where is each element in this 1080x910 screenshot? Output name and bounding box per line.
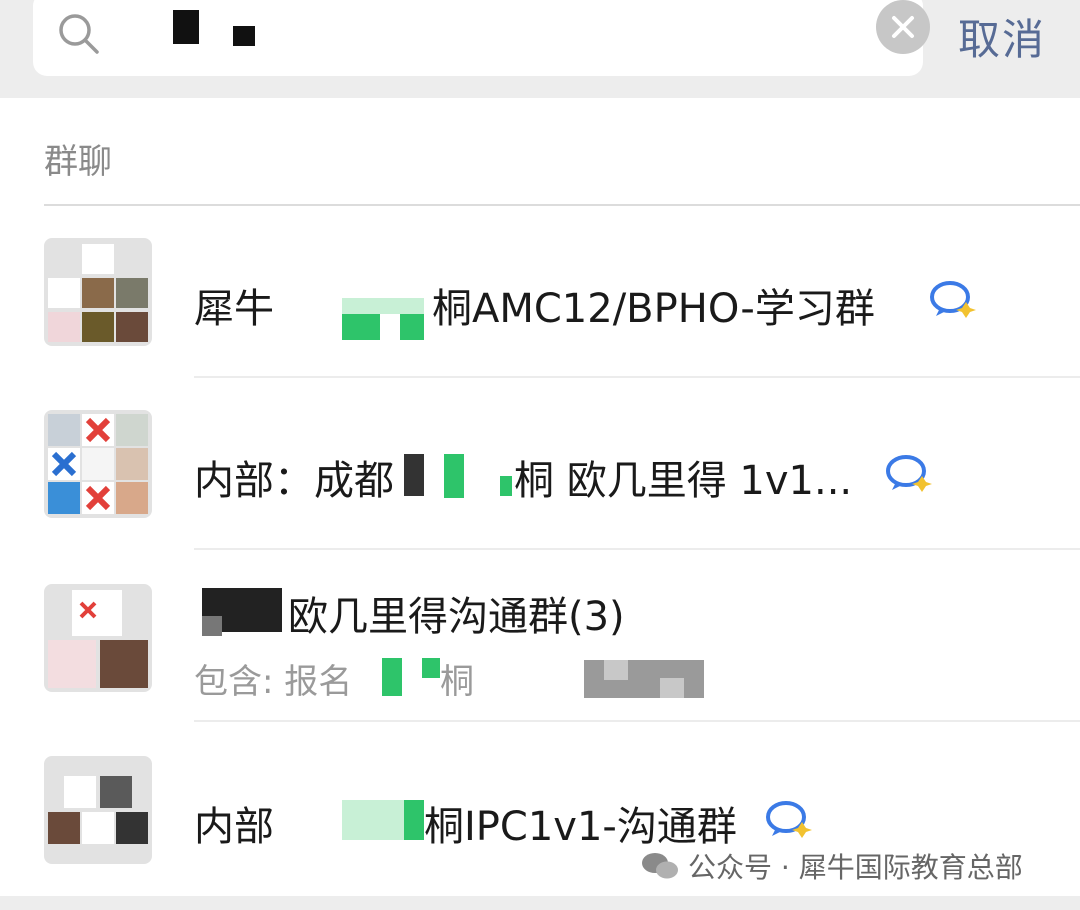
redaction-block <box>404 800 424 840</box>
redaction-block <box>660 678 684 698</box>
group-chat-row[interactable]: 犀牛 桐AMC12/BPHO-学习群 <box>0 206 1080 378</box>
redaction-block <box>233 26 255 46</box>
redaction-block <box>500 476 512 496</box>
redaction-block <box>173 10 199 44</box>
redaction-block <box>444 454 464 498</box>
cancel-button[interactable]: 取消 <box>958 6 1046 67</box>
redaction-block <box>342 800 404 840</box>
redaction-block <box>604 660 628 680</box>
chat-bubble-icon <box>886 455 932 492</box>
group-title: 内部：成都 <box>194 458 394 504</box>
group-avatar <box>44 410 152 518</box>
redaction-block <box>404 454 424 496</box>
search-bar-area: 取消 <box>0 0 1080 98</box>
group-chat-row[interactable]: 欧几里得沟通群(3) 包含: 报名 桐 <box>0 550 1080 722</box>
wechat-logo-icon <box>642 853 678 879</box>
clear-search-button[interactable] <box>876 0 930 54</box>
group-title-suffix: 桐AMC12/BPHO-学习群 <box>432 286 875 332</box>
bottom-strip <box>0 896 1080 910</box>
redaction-block <box>382 658 402 696</box>
section-label-group-chats: 群聊 <box>44 142 112 182</box>
group-avatar <box>44 756 152 864</box>
redaction-block <box>584 660 704 698</box>
group-title: 犀牛 <box>194 286 274 332</box>
group-title-suffix: 桐 欧几里得 1v1... <box>514 458 853 504</box>
group-chat-row[interactable]: 内部：成都 桐 欧几里得 1v1... <box>0 378 1080 550</box>
group-subtitle-suffix: 桐 <box>440 662 474 702</box>
search-input[interactable] <box>33 0 930 76</box>
redaction-block <box>342 314 380 340</box>
chat-bubble-icon <box>766 801 812 838</box>
redaction-block <box>400 314 424 340</box>
close-icon <box>892 16 914 38</box>
group-subtitle: 包含: 报名 <box>194 662 353 702</box>
redaction-block <box>422 658 440 678</box>
group-title: 内部 <box>194 804 274 850</box>
group-title: 欧几里得沟通群(3) <box>288 594 625 640</box>
search-icon <box>59 14 99 54</box>
chat-bubble-icon <box>930 281 976 318</box>
group-avatar <box>44 584 152 692</box>
group-title-suffix: 桐IPC1v1-沟通群 <box>424 804 737 850</box>
watermark-text: 公众号 · 犀牛国际教育总部 <box>688 851 1023 884</box>
redaction-block <box>202 616 222 636</box>
group-avatar <box>44 238 152 346</box>
redaction-block <box>342 298 424 314</box>
